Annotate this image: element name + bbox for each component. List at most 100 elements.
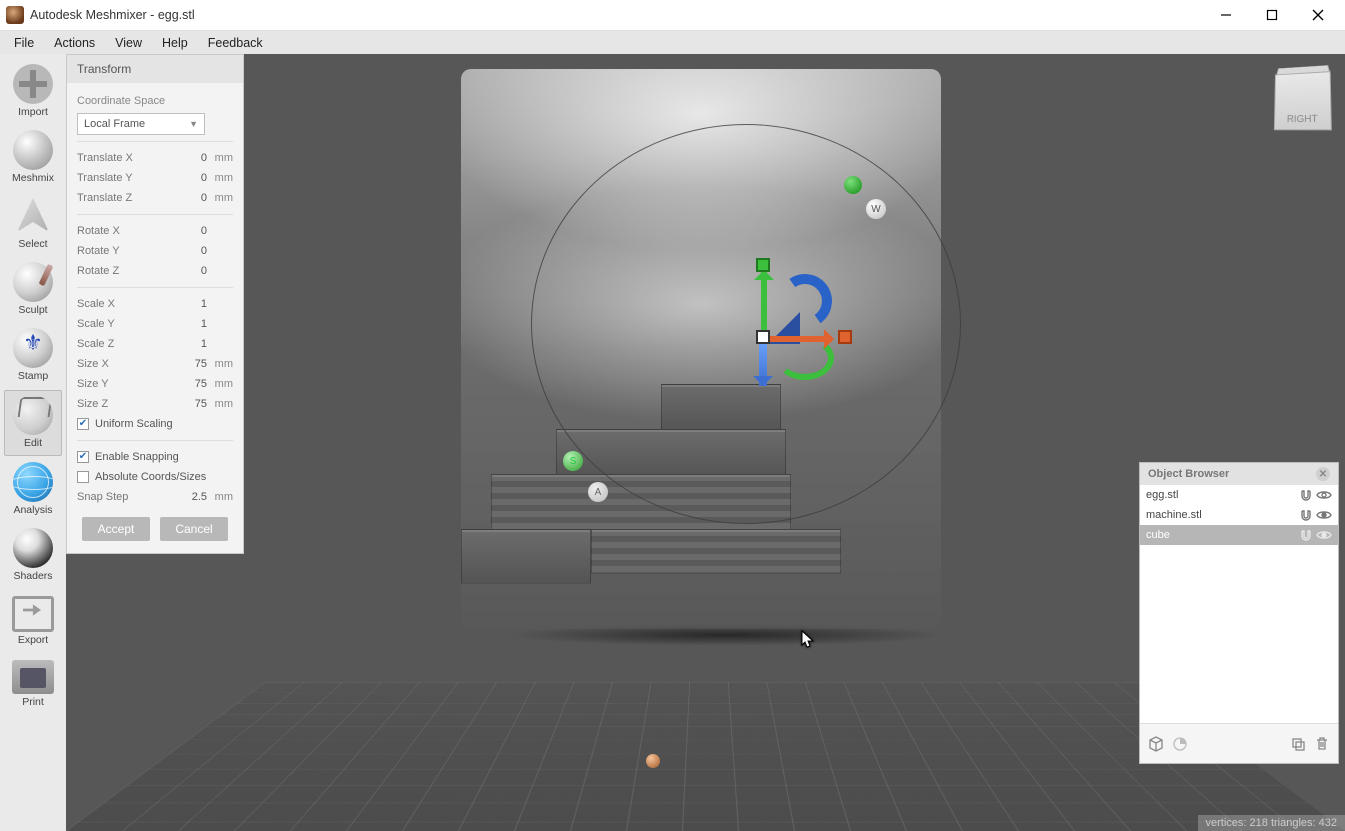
- window-maximize-button[interactable]: [1249, 0, 1295, 30]
- 3d-viewport[interactable]: W S A RIGHT Object Browser ✕: [66, 54, 1345, 831]
- tool-select[interactable]: Select: [4, 192, 62, 256]
- magnet-icon[interactable]: [1298, 527, 1314, 543]
- eye-icon[interactable]: [1316, 527, 1332, 543]
- status-bar: vertices: 218 triangles: 432: [1198, 815, 1345, 831]
- tool-export[interactable]: Export: [4, 590, 62, 652]
- eye-icon[interactable]: [1316, 507, 1332, 523]
- scale-x-value[interactable]: 1: [171, 298, 207, 310]
- cancel-button[interactable]: Cancel: [160, 517, 228, 541]
- size-z-value[interactable]: 75: [171, 398, 207, 410]
- panel-title: Transform: [67, 55, 243, 83]
- object-name: machine.stl: [1146, 509, 1296, 521]
- magnet-icon[interactable]: [1298, 487, 1314, 503]
- eye-icon[interactable]: [1316, 487, 1332, 503]
- window-minimize-button[interactable]: [1203, 0, 1249, 30]
- object-row-machine[interactable]: machine.stl: [1140, 505, 1338, 525]
- gizmo-a-handle[interactable]: A: [588, 482, 608, 502]
- view-cube[interactable]: RIGHT: [1273, 72, 1331, 130]
- close-icon[interactable]: ✕: [1316, 467, 1330, 481]
- piechart-icon[interactable]: [1172, 736, 1188, 752]
- scale-y-value[interactable]: 1: [171, 318, 207, 330]
- wireframe-sphere-icon: [13, 395, 53, 435]
- window-close-button[interactable]: [1295, 0, 1341, 30]
- object-row-egg[interactable]: egg.stl: [1140, 485, 1338, 505]
- tool-meshmix[interactable]: Meshmix: [4, 126, 62, 190]
- transform-panel: Transform Coordinate Space Local Frame ▼…: [66, 54, 244, 554]
- viewcube-right-face[interactable]: RIGHT: [1274, 71, 1332, 130]
- object-browser-header[interactable]: Object Browser ✕: [1140, 463, 1338, 485]
- tool-analysis[interactable]: Analysis: [4, 458, 62, 522]
- translate-y-value[interactable]: 0: [171, 172, 207, 184]
- tool-label: Meshmix: [4, 172, 62, 184]
- tool-shaders[interactable]: Shaders: [4, 524, 62, 588]
- absolute-coords-checkbox[interactable]: Absolute Coords/Sizes: [77, 467, 233, 487]
- tool-import[interactable]: Import: [4, 60, 62, 124]
- magnet-icon[interactable]: [1298, 507, 1314, 523]
- menu-feedback[interactable]: Feedback: [198, 33, 273, 53]
- select-value: Local Frame: [84, 118, 145, 130]
- object-name: egg.stl: [1146, 489, 1296, 501]
- enable-snapping-checkbox[interactable]: Enable Snapping: [77, 447, 233, 467]
- menu-view[interactable]: View: [105, 33, 152, 53]
- size-y-label: Size Y: [77, 378, 171, 390]
- rotate-x-label: Rotate X: [77, 225, 171, 237]
- gizmo-s-handle[interactable]: S: [563, 451, 583, 471]
- content-area: Import Meshmix Select Sculpt Stamp Edit …: [0, 54, 1345, 831]
- accept-button[interactable]: Accept: [82, 517, 150, 541]
- object-name: cube: [1146, 529, 1296, 541]
- rotate-z-value[interactable]: 0: [171, 265, 207, 277]
- translate-x-label: Translate X: [77, 152, 171, 164]
- rotate-y-value[interactable]: 0: [171, 245, 207, 257]
- object-row-cube[interactable]: cube: [1140, 525, 1338, 545]
- menu-bar: File Actions View Help Feedback: [0, 30, 1345, 54]
- translate-x-value[interactable]: 0: [171, 152, 207, 164]
- rotate-x-value[interactable]: 0: [171, 225, 207, 237]
- menu-file[interactable]: File: [4, 33, 44, 53]
- gizmo-y-scale-handle[interactable]: [756, 258, 770, 272]
- trash-icon[interactable]: [1314, 736, 1330, 752]
- tool-sculpt[interactable]: Sculpt: [4, 258, 62, 322]
- gizmo-center-handle[interactable]: [756, 330, 770, 344]
- size-z-label: Size Z: [77, 398, 171, 410]
- mouse-cursor-icon: [801, 630, 815, 650]
- stamp-icon: [13, 328, 53, 368]
- size-x-label: Size X: [77, 358, 171, 370]
- uniform-scaling-checkbox[interactable]: Uniform Scaling: [77, 414, 233, 434]
- translate-z-value[interactable]: 0: [171, 192, 207, 204]
- tool-label: Edit: [5, 437, 61, 449]
- scale-z-value[interactable]: 1: [171, 338, 207, 350]
- menu-help[interactable]: Help: [152, 33, 198, 53]
- cube-icon[interactable]: [1148, 736, 1164, 752]
- tool-edit[interactable]: Edit: [4, 390, 62, 456]
- gizmo-x-scale-handle[interactable]: [838, 330, 852, 344]
- duplicate-icon[interactable]: [1290, 736, 1306, 752]
- caret-down-icon: ▼: [189, 119, 198, 129]
- checkbox-label: Enable Snapping: [95, 451, 179, 463]
- head-sphere-icon: [13, 130, 53, 170]
- sculpt-brush-icon: [13, 262, 53, 302]
- tool-label: Stamp: [4, 370, 62, 382]
- origin-marker: [646, 754, 660, 768]
- translate-y-label: Translate Y: [77, 172, 171, 184]
- transform-gizmo[interactable]: [706, 264, 826, 384]
- checkbox-label: Uniform Scaling: [95, 418, 173, 430]
- unit: mm: [207, 192, 233, 204]
- coord-space-select[interactable]: Local Frame ▼: [77, 113, 205, 135]
- tool-stamp[interactable]: Stamp: [4, 324, 62, 388]
- gizmo-x-axis[interactable]: [764, 336, 832, 342]
- gizmo-w-handle[interactable]: W: [866, 199, 886, 219]
- size-x-value[interactable]: 75: [171, 358, 207, 370]
- menu-actions[interactable]: Actions: [44, 33, 105, 53]
- size-y-value[interactable]: 75: [171, 378, 207, 390]
- gizmo-l-handle[interactable]: [844, 176, 862, 194]
- tool-print[interactable]: Print: [4, 654, 62, 714]
- plus-icon: [13, 64, 53, 104]
- tool-label: Sculpt: [4, 304, 62, 316]
- snapstep-label: Snap Step: [77, 491, 171, 503]
- snapstep-value[interactable]: 2.5: [171, 491, 207, 503]
- checkbox-icon: [77, 418, 89, 430]
- object-browser-footer: [1140, 723, 1338, 763]
- rotate-z-label: Rotate Z: [77, 265, 171, 277]
- tool-label: Analysis: [4, 504, 62, 516]
- window-title: Autodesk Meshmixer - egg.stl: [30, 8, 195, 22]
